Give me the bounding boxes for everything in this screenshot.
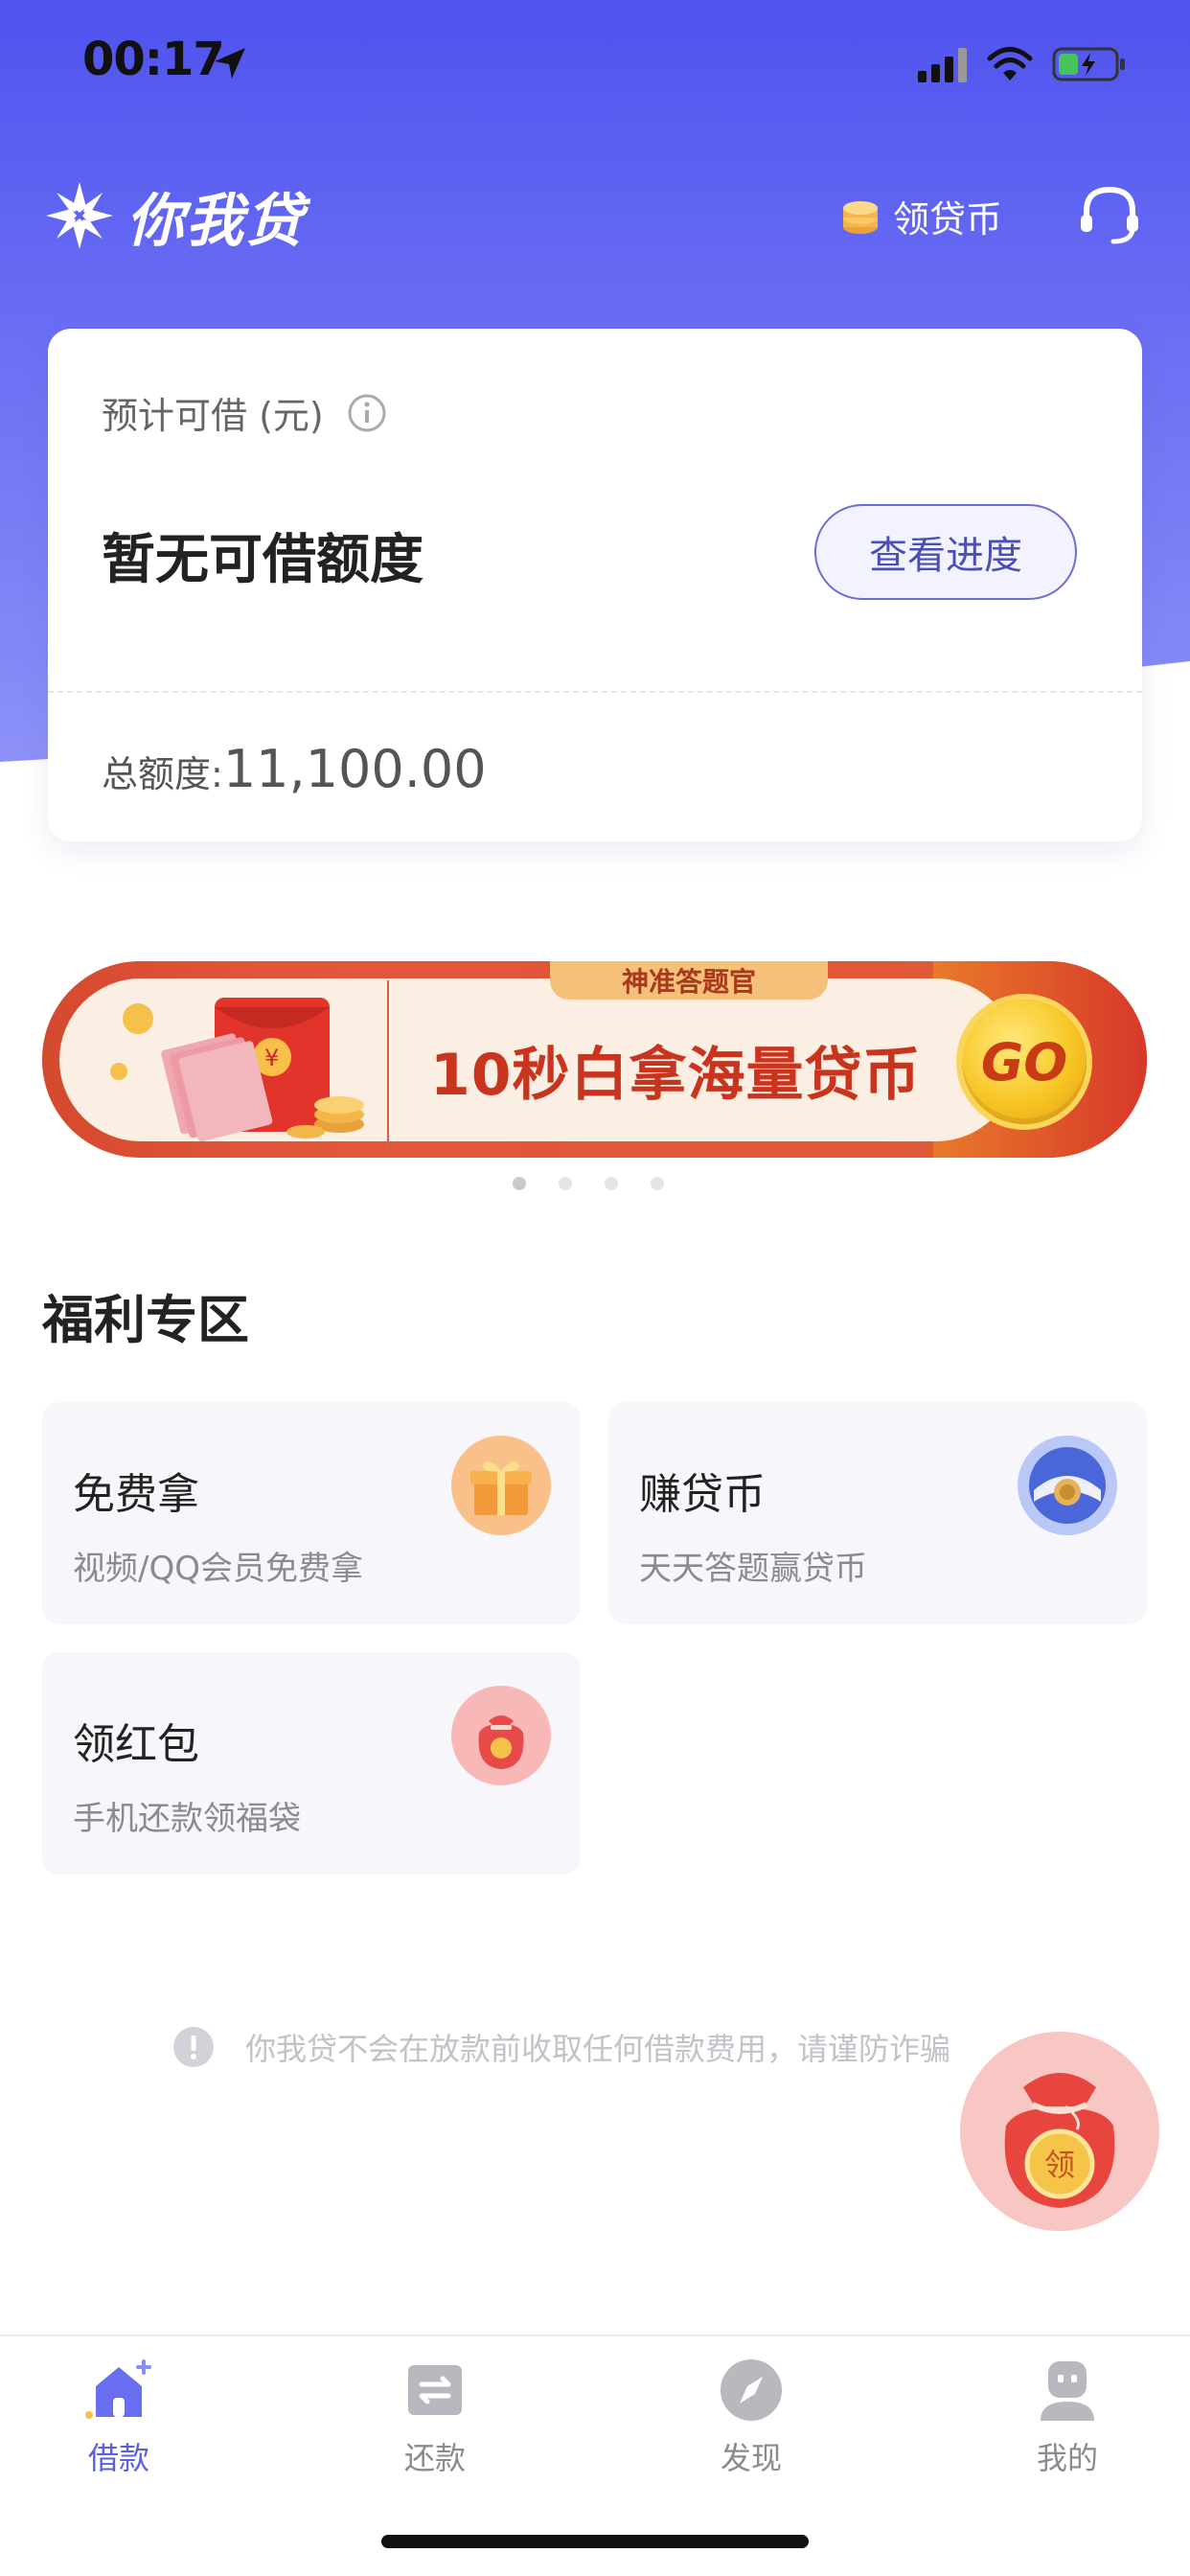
banner-pagination [513, 1177, 697, 1190]
app-name: 你我贷 [126, 187, 305, 255]
lucky-bag-label: 领 [1044, 2147, 1075, 2183]
welfare-card-free[interactable]: 免费拿 视频/QQ会员免费拿 [42, 1402, 581, 1624]
card-divider [48, 691, 1142, 693]
banner-dot [559, 1177, 572, 1190]
app-header: 你我贷 领贷币 [0, 172, 1190, 259]
battery-icon [1052, 47, 1125, 81]
tab-label: 借款 [87, 2440, 149, 2476]
welfare-card-subtitle: 天天答题赢贷币 [639, 1550, 867, 1588]
estimate-label: 预计可借 (元) [102, 395, 324, 437]
estimate-label-row: 预计可借 (元) [102, 386, 387, 439]
welfare-section-title: 福利专区 [42, 1290, 249, 1350]
welfare-card-red-packet[interactable]: 领红包 手机还款领福袋 [42, 1652, 581, 1874]
promo-banner[interactable]: ¥ 神准答题官 10秒白拿海量贷币 GO [42, 961, 1147, 1158]
app-logo: 你我贷 [42, 172, 305, 259]
tab-label: 我的 [1036, 2440, 1098, 2476]
tab-repay[interactable]: 还款 [358, 2356, 512, 2490]
banner-title: 10秒白拿海量贷币 [430, 1042, 922, 1109]
repay-icon [408, 2365, 462, 2415]
svg-text:¥: ¥ [264, 1045, 279, 1071]
coin-icon [1018, 1436, 1117, 1535]
claim-coin-button[interactable]: 领贷币 [839, 184, 1002, 247]
customer-service-icon[interactable] [1075, 180, 1144, 249]
notice-text: 你我贷不会在放款前收取任何借款费用，请谨防诈骗 [245, 2031, 951, 2067]
view-progress-button[interactable]: 查看进度 [814, 504, 1077, 600]
no-limit-text: 暂无可借额度 [102, 529, 423, 591]
banner-go-button[interactable]: GO [962, 1000, 1087, 1124]
home-icon [85, 2359, 151, 2419]
coin-stack-icon [843, 201, 878, 234]
claim-coin-label: 领贷币 [893, 197, 1003, 241]
status-time: 00:17 [82, 33, 225, 86]
gift-icon [451, 1436, 551, 1535]
welfare-card-earn-coin[interactable]: 赚贷币 天天答题赢贷币 [608, 1402, 1147, 1624]
logo-mark-icon [46, 182, 113, 249]
banner-dot [651, 1177, 664, 1190]
wifi-icon [987, 47, 1033, 80]
banner-dot [605, 1177, 618, 1190]
banner-dot [513, 1177, 526, 1190]
tab-discover[interactable]: 发现 [675, 2356, 828, 2490]
welfare-card-title: 领红包 [73, 1720, 199, 1769]
loan-limit-card: 预计可借 (元) 暂无可借额度 查看进度 总额度: 11,100.00 [48, 329, 1142, 841]
location-arrow-icon [215, 48, 245, 79]
total-limit-value: 11,100.00 [222, 739, 487, 799]
tab-label: 还款 [403, 2440, 466, 2476]
red-envelope-illustration-icon: ¥ [110, 980, 389, 1148]
profile-icon [1041, 2361, 1094, 2421]
warning-icon [173, 2027, 214, 2067]
tab-loan[interactable]: 借款 [42, 2356, 195, 2490]
total-limit: 总额度: 11,100.00 [102, 739, 487, 799]
compass-icon [721, 2359, 782, 2421]
banner-tag: 神准答题官 [550, 961, 828, 1000]
info-icon[interactable] [347, 393, 387, 433]
status-bar: 00:17 [0, 0, 1190, 129]
tab-mine[interactable]: 我的 [991, 2356, 1144, 2490]
welfare-card-subtitle: 视频/QQ会员免费拿 [73, 1550, 363, 1588]
welfare-card-title: 赚贷币 [639, 1470, 766, 1519]
total-limit-label: 总额度: [102, 753, 223, 795]
red-packet-icon [451, 1686, 551, 1785]
tab-label: 发现 [720, 2440, 782, 2476]
anti-fraud-notice: 你我贷不会在放款前收取任何借款费用，请谨防诈骗 [172, 2025, 950, 2069]
lucky-bag-float-button[interactable]: 领 [958, 2030, 1161, 2233]
welfare-card-title: 免费拿 [73, 1470, 199, 1519]
cellular-signal-icon [918, 48, 967, 82]
welfare-card-subtitle: 手机还款领福袋 [73, 1800, 301, 1838]
home-indicator [381, 2535, 809, 2548]
